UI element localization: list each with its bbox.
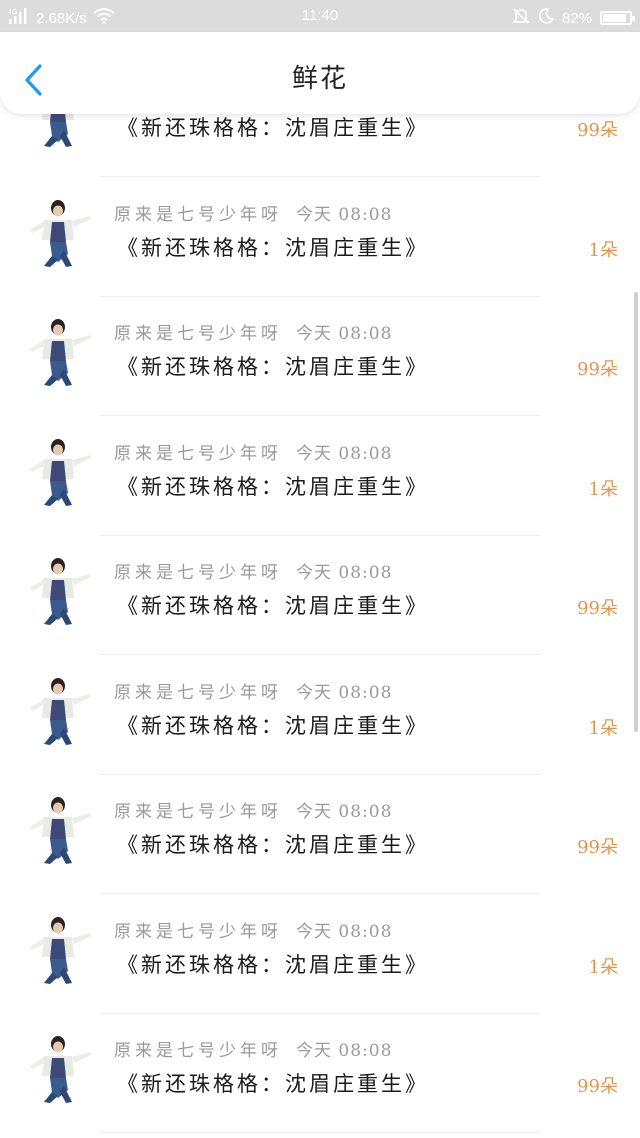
gift-name: 《新还珠格格：沈眉庄重生》 xyxy=(117,952,429,977)
scrollbar[interactable] xyxy=(634,292,638,732)
timestamp: 今天 08:08 xyxy=(296,921,393,942)
sender-name: 原来是七号少年呀 xyxy=(114,443,282,464)
flower-count: 99朵 xyxy=(577,837,618,858)
flower-count: 1朵 xyxy=(588,717,618,739)
sender-line: 原来是七号少年呀 今天 08:08 xyxy=(114,797,392,822)
sender-line: 原来是七号少年呀 今天 08:08 xyxy=(114,917,392,942)
sender-line: 原来是七号少年呀 今天 08:08 xyxy=(114,200,392,225)
avatar[interactable] xyxy=(28,1032,94,1104)
sender-line: 原来是七号少年呀 今天 08:08 xyxy=(114,1036,392,1061)
flower-count: 99朵 xyxy=(577,598,618,619)
flower-count: 1朵 xyxy=(588,239,618,261)
list-item[interactable]: 原来是七号少年呀今天 08:08 《新还珠格格：沈眉庄重生》 99朵 xyxy=(0,1014,640,1133)
flower-count: 99朵 xyxy=(577,359,618,380)
sender-line: 原来是七号少年呀 今天 08:08 xyxy=(114,439,392,464)
avatar[interactable] xyxy=(28,434,94,507)
avatar[interactable] xyxy=(28,554,94,626)
timestamp: 今天 08:08 xyxy=(296,563,393,583)
timestamp: 今天 08:08 xyxy=(296,204,393,225)
sender-name: 原来是七号少年呀 xyxy=(114,682,282,703)
list-item[interactable]: 原来是七号少年呀 今天 08:08 《新还珠格格：沈眉庄重生》 1朵 xyxy=(0,417,640,536)
sender-name: 原来是七号少年呀 xyxy=(114,324,282,344)
sender-line: 原来是七号少年呀 今天 08:08 xyxy=(114,678,392,703)
timestamp: 今天 08:08 xyxy=(296,324,393,344)
sender-line: 原来是七号少年呀 今天 08:08 xyxy=(114,558,392,583)
flower-count: 1朵 xyxy=(588,478,618,500)
sender-name: 原来是七号少年呀 xyxy=(114,1041,282,1061)
header-bar: 鲜花 xyxy=(0,32,640,114)
flower-count: 1朵 xyxy=(588,956,618,978)
list-item[interactable]: 原来是七号少年呀今天 08:08 《新还珠格格：沈眉庄重生》 99朵 xyxy=(0,536,640,655)
list-item[interactable]: 原来是七号少年呀 今天 08:08 《新还珠格格：沈眉庄重生》 1朵 xyxy=(0,656,640,775)
flower-count: 99朵 xyxy=(577,1076,618,1097)
timestamp: 今天 08:08 xyxy=(296,682,393,703)
gift-name: 《新还珠格格：沈眉庄重生》 xyxy=(117,833,429,857)
flower-list[interactable]: 原来是七号少年呀今天 08:08《新还珠格格：沈眉庄重生》99朵原来是七号少年呀… xyxy=(0,0,640,1138)
avatar[interactable] xyxy=(28,793,94,865)
avatar[interactable] xyxy=(28,315,94,387)
list-item[interactable]: 原来是七号少年呀今天 08:08 《新还珠格格：沈眉庄重生》 99朵 xyxy=(0,297,640,416)
list-item[interactable]: 原来是七号少年呀 今天 08:08 《新还珠格格：沈眉庄重生》 1朵 xyxy=(0,178,640,297)
gift-name: 《新还珠格格：沈眉庄重生》 xyxy=(117,594,429,618)
gift-name: 《新还珠格格：沈眉庄重生》 xyxy=(117,355,429,379)
sender-line: 原来是七号少年呀 今天 08:08 xyxy=(114,319,392,344)
gift-name: 《新还珠格格：沈眉庄重生》 xyxy=(117,235,429,260)
list-item[interactable]: 原来是七号少年呀 今天 08:08 《新还珠格格：沈眉庄重生》 1朵 xyxy=(0,895,640,1014)
sender-name: 原来是七号少年呀 xyxy=(114,204,282,225)
timestamp: 今天 08:08 xyxy=(296,1041,393,1061)
flower-count: 99朵 xyxy=(577,120,618,141)
avatar[interactable] xyxy=(28,195,94,268)
moon-icon xyxy=(538,8,555,28)
page-title: 鲜花 xyxy=(291,64,348,94)
timestamp: 今天 08:08 xyxy=(296,802,393,822)
gift-name: 《新还珠格格：沈眉庄重生》 xyxy=(117,1072,429,1096)
gift-name: 《新还珠格格：沈眉庄重生》 xyxy=(117,116,429,140)
status-bar: 4G 2.68K/s 11:40 82% xyxy=(0,0,640,32)
list-item[interactable]: 原来是七号少年呀今天 08:08 《新还珠格格：沈眉庄重生》 99朵 xyxy=(0,775,640,894)
avatar[interactable] xyxy=(28,912,94,985)
sender-name: 原来是七号少年呀 xyxy=(114,563,282,583)
sender-name: 原来是七号少年呀 xyxy=(114,921,282,942)
timestamp: 今天 08:08 xyxy=(296,443,393,464)
gift-name: 《新还珠格格：沈眉庄重生》 xyxy=(117,474,429,499)
mute-icon xyxy=(512,7,530,29)
divider xyxy=(100,1132,540,1133)
battery-icon xyxy=(600,11,635,25)
sender-name: 原来是七号少年呀 xyxy=(114,802,282,822)
gift-name: 《新还珠格格：沈眉庄重生》 xyxy=(117,713,429,738)
avatar[interactable] xyxy=(28,673,94,746)
battery-percent: 82% xyxy=(561,9,592,27)
